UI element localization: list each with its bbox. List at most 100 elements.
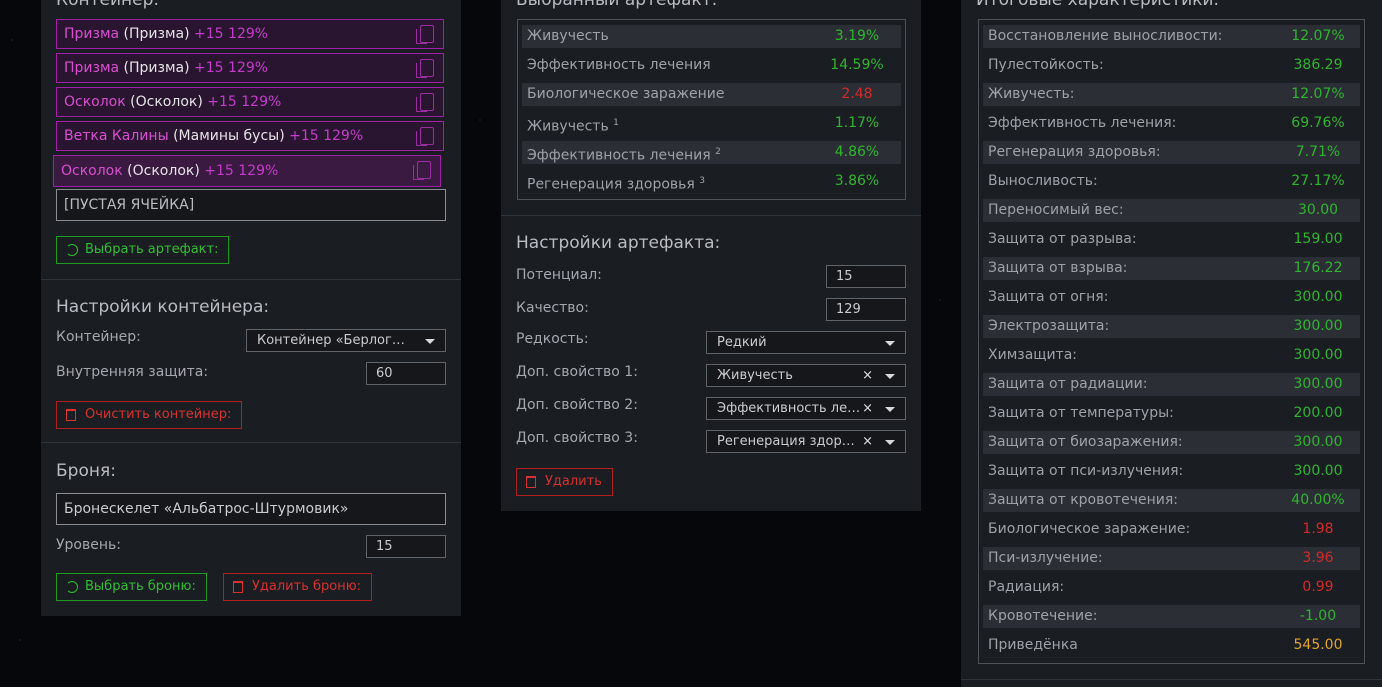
stat-row: Живучесть 1 1.17%: [527, 115, 880, 135]
total-stat-label: Защита от разрыва:: [988, 231, 1137, 247]
total-stat-label: Химзащита:: [988, 347, 1078, 363]
stat-row: Эффективность лечения 14.59%: [527, 57, 884, 73]
total-stat-label: Защита от температуры:: [988, 405, 1174, 421]
total-stat-row: Регенерация здоровья: 7.71%: [983, 141, 1360, 164]
total-stat-row: Защита от радиации: 300.00: [983, 373, 1360, 396]
total-stat-label: Электрозащита:: [988, 318, 1110, 334]
select-artifact-button[interactable]: Выбрать артефакт:: [56, 236, 230, 264]
total-stat-label: Защита от биозаражения:: [988, 434, 1183, 450]
artifact-slot-1[interactable]: Призма (Призма) +15 129%: [56, 19, 444, 49]
total-stat-value: 3.96: [1302, 550, 1334, 566]
container-select[interactable]: Контейнер «Берлога…: [246, 329, 446, 352]
total-stat-label: Пулестойкость:: [988, 57, 1104, 73]
artifact-slot-5-selected[interactable]: Осколок (Осколок) +15 129%: [53, 155, 441, 187]
refresh-icon: [66, 581, 78, 593]
total-stat-row: Пулестойкость: 386.29: [983, 54, 1360, 77]
artifact-panel: Выбранный артефакт: Живучесть 3.19% Эффе…: [501, 0, 921, 511]
total-stat-label: Радиация:: [988, 579, 1065, 595]
total-stat-value: 545.00: [1293, 637, 1343, 653]
container-label: Контейнер:: [56, 329, 141, 345]
total-stat-row: Электрозащита: 300.00: [983, 315, 1360, 338]
artifact-settings-title: Настройки артефакта:: [516, 233, 721, 253]
select-armor-button[interactable]: Выбрать броню:: [56, 573, 207, 601]
extra-property-3-label: Доп. свойство 3:: [516, 430, 638, 446]
total-stat-value: 386.29: [1293, 57, 1343, 73]
container-title: Контейнер:: [56, 0, 160, 10]
total-stat-label: Защита от кровотечения:: [988, 492, 1178, 508]
total-stat-row: Эффективность лечения: 69.76%: [983, 112, 1360, 135]
total-stat-value: 12.07%: [1291, 28, 1345, 44]
total-stat-value: 69.76%: [1291, 115, 1345, 131]
potential-input[interactable]: 15: [826, 265, 906, 288]
extra-property-2-label: Доп. свойство 2:: [516, 397, 638, 413]
potential-label: Потенциал:: [516, 267, 602, 283]
rarity-select[interactable]: Редкий: [706, 331, 906, 354]
total-stat-label: Защита от радиации:: [988, 376, 1148, 392]
stat-row: Живучесть 3.19%: [522, 25, 901, 48]
clear-icon[interactable]: ×: [862, 398, 873, 419]
total-stat-row: Защита от пси-излучения: 300.00: [983, 460, 1360, 483]
total-stat-row: Восстановление выносливости: 12.07%: [983, 25, 1360, 48]
artifact-slot-2[interactable]: Призма (Призма) +15 129%: [56, 53, 444, 83]
total-stat-label: Живучесть:: [988, 86, 1075, 102]
stat-row: Биологическое заражение 2.48: [522, 83, 901, 106]
chevron-down-icon: [885, 440, 895, 445]
inner-protection-input[interactable]: 60: [366, 362, 446, 385]
chevron-down-icon: [885, 407, 895, 412]
copy-icon[interactable]: [416, 93, 434, 112]
total-stat-value: 1.98: [1302, 521, 1334, 537]
total-stat-value: 7.71%: [1295, 144, 1341, 160]
total-stat-label: Защита от огня:: [988, 289, 1109, 305]
artifact-title: Выбранный артефакт:: [516, 0, 718, 10]
clear-container-button[interactable]: Очистить контейнер:: [56, 401, 243, 429]
copy-icon[interactable]: [416, 127, 434, 146]
total-stat-row: Живучесть: 12.07%: [983, 83, 1360, 106]
extra-property-1-select[interactable]: Живучесть ×: [706, 364, 906, 387]
copy-icon[interactable]: [416, 25, 434, 44]
divider: [961, 679, 1382, 680]
clear-icon[interactable]: ×: [862, 365, 873, 386]
quality-input[interactable]: 129: [826, 298, 906, 321]
inner-protection-label: Внутренняя защита:: [56, 364, 209, 380]
extra-property-3-select[interactable]: Регенерация здор… ×: [706, 430, 906, 453]
total-stat-row: Защита от температуры: 200.00: [983, 402, 1360, 425]
artifact-stats-box: Живучесть 3.19% Эффективность лечения 14…: [517, 19, 906, 200]
quality-label: Качество:: [516, 300, 589, 316]
total-stat-value: 300.00: [1293, 347, 1343, 363]
total-stat-value: 12.07%: [1291, 86, 1345, 102]
armor-level-label: Уровень:: [56, 537, 121, 553]
armor-level-input[interactable]: 15: [366, 535, 446, 558]
trash-icon: [526, 476, 536, 488]
trash-icon: [233, 581, 243, 593]
clear-icon[interactable]: ×: [862, 431, 873, 452]
container-panel: Контейнер: Призма (Призма) +15 129% Приз…: [41, 0, 461, 616]
trash-icon: [66, 409, 76, 421]
total-stat-value: -1.00: [1299, 608, 1337, 624]
total-stat-label: Пси-излучение:: [988, 550, 1103, 566]
copy-icon[interactable]: [416, 59, 434, 78]
chevron-down-icon: [425, 339, 435, 344]
delete-artifact-button[interactable]: Удалить: [516, 468, 613, 496]
armor-title: Броня:: [56, 461, 116, 481]
delete-armor-button[interactable]: Удалить броню:: [223, 573, 373, 601]
empty-slot[interactable]: [ПУСТАЯ ЯЧЕЙКА]: [56, 189, 446, 221]
total-stat-label: Защита от пси-излучения:: [988, 463, 1184, 479]
total-stat-label: Приведёнка: [988, 637, 1078, 653]
divider: [41, 279, 461, 280]
total-stat-value: 300.00: [1293, 434, 1343, 450]
artifact-slot-3[interactable]: Осколок (Осколок) +15 129%: [56, 87, 444, 117]
chevron-down-icon: [885, 341, 895, 346]
total-stat-row: Кровотечение: -1.00: [983, 605, 1360, 628]
total-stat-value: 300.00: [1293, 318, 1343, 334]
copy-icon[interactable]: [413, 161, 431, 180]
total-stat-value: 40.00%: [1291, 492, 1345, 508]
rarity-label: Редкость:: [516, 331, 589, 347]
total-stat-row: Выносливость: 27.17%: [983, 170, 1360, 193]
chevron-down-icon: [885, 374, 895, 379]
extra-property-2-select[interactable]: Эффективность ле… ×: [706, 397, 906, 420]
total-stat-label: Выносливость:: [988, 173, 1098, 189]
totals-panel: Итоговые характеристики: Восстановление …: [961, 0, 1382, 687]
totals-stats-box: Восстановление выносливости: 12.07% Пулест…: [978, 19, 1365, 664]
armor-field[interactable]: Бронескелет «Альбатрос-Штурмовик»: [56, 493, 446, 525]
artifact-slot-4[interactable]: Ветка Калины (Мамины бусы) +15 129%: [56, 121, 444, 151]
